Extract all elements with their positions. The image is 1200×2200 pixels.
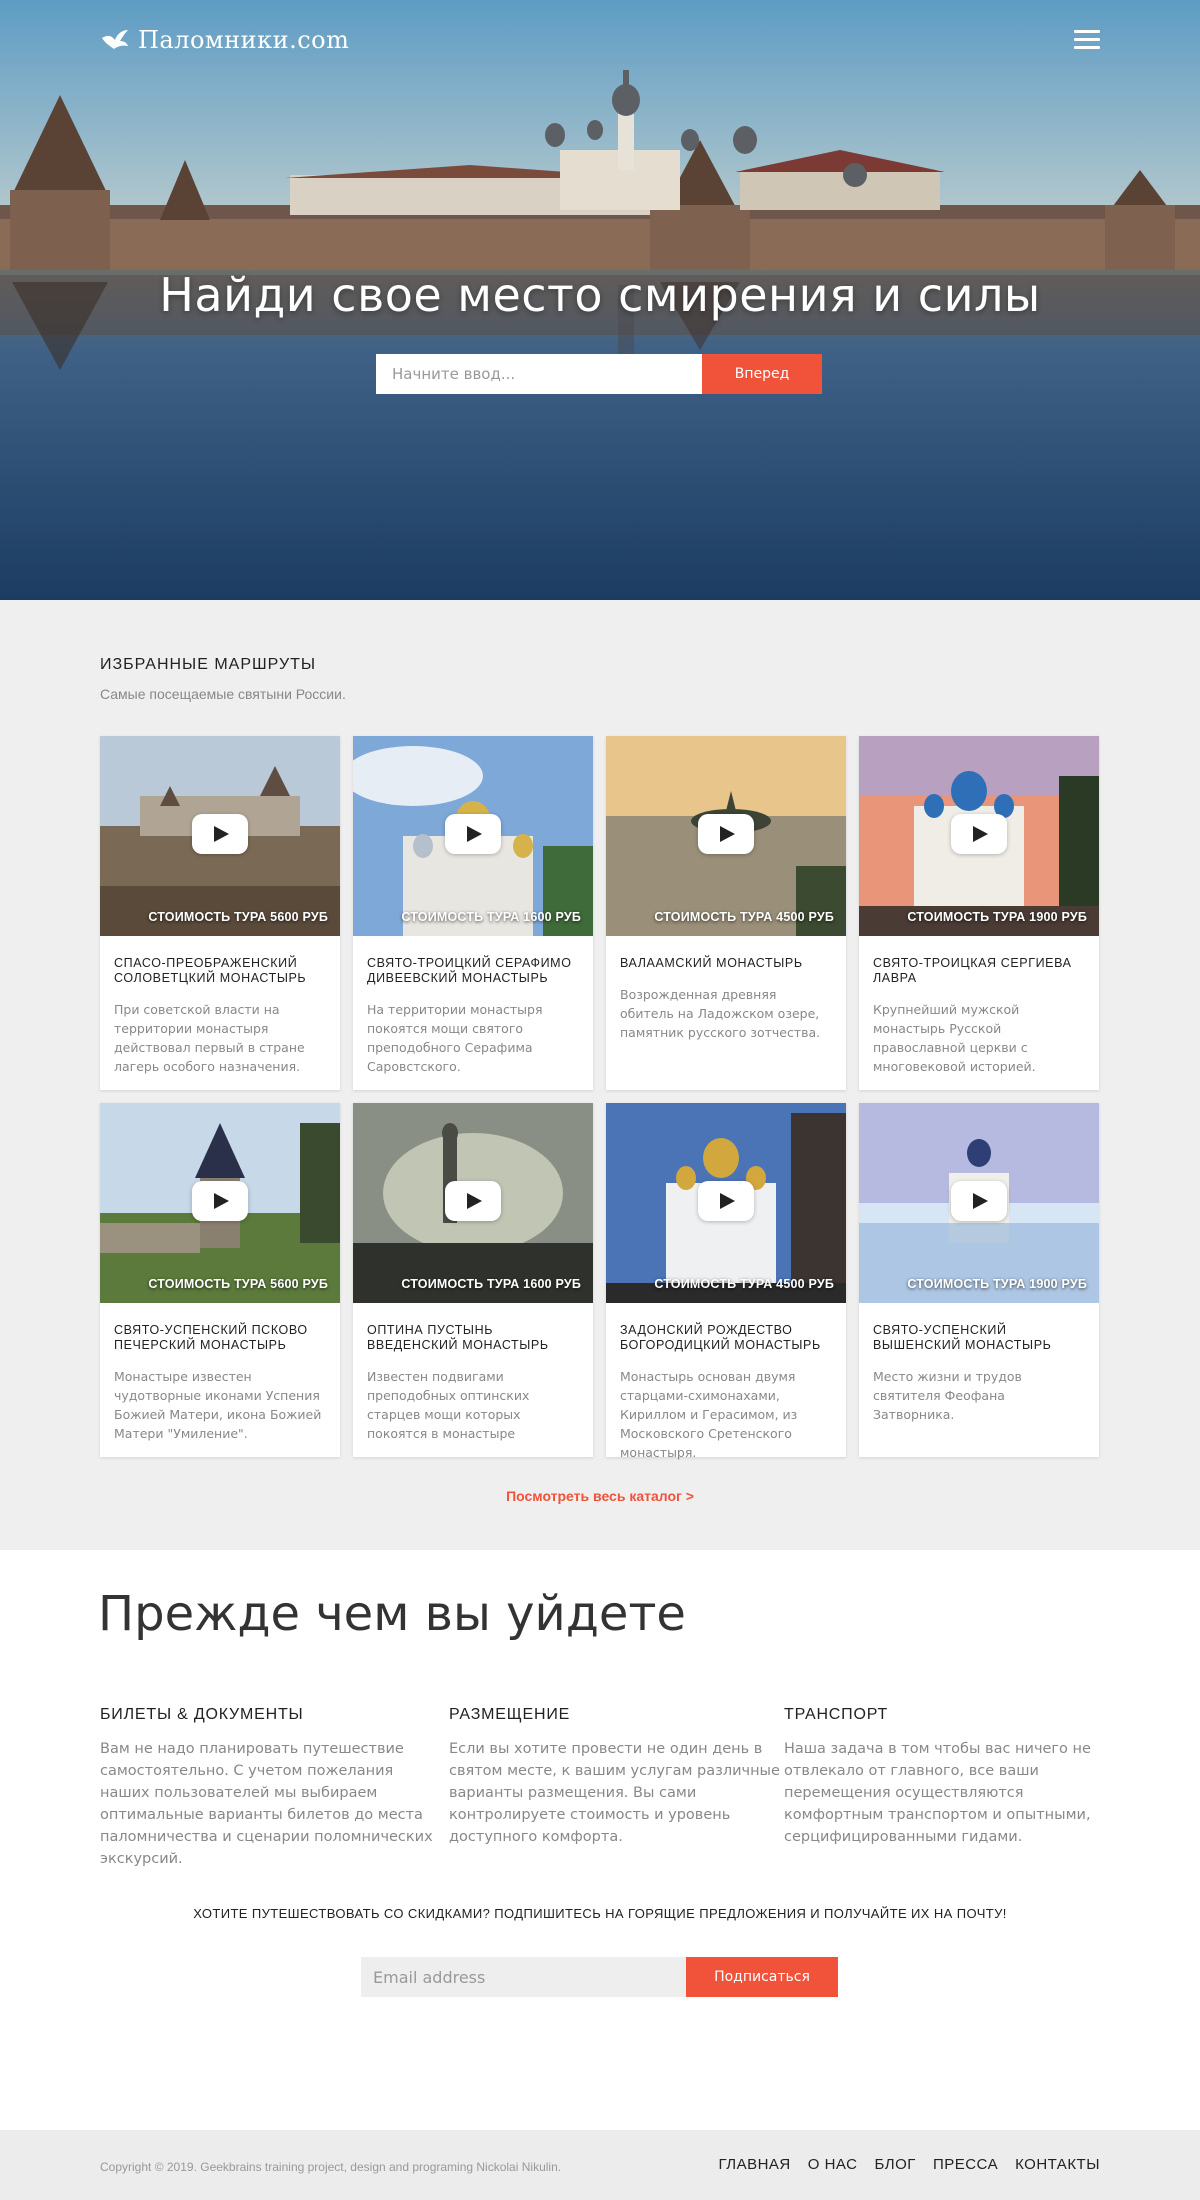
play-icon[interactable] (698, 1181, 754, 1221)
copyright-text: Copyright © 2019. Geekbrains training pr… (100, 2160, 562, 2174)
route-photo: СТОИМОСТЬ ТУРА 1600 РУБ (353, 1103, 593, 1303)
tour-price: СТОИМОСТЬ ТУРА 5600 РУБ (148, 1277, 328, 1291)
footer-nav: ГЛАВНАЯ О НАС БЛОГ ПРЕССА КОНТАКТЫ (718, 2156, 1100, 2173)
route-card[interactable]: СТОИМОСТЬ ТУРА 4500 РУБ ВАЛААМСКИЙ МОНАС… (606, 736, 846, 1090)
footer-link-contacts[interactable]: КОНТАКТЫ (1015, 2156, 1100, 2173)
play-icon[interactable] (698, 814, 754, 854)
route-photo: СТОИМОСТЬ ТУРА 1600 РУБ (353, 736, 593, 936)
route-description: Возрожденная древняя обитель на Ладожско… (620, 987, 821, 1040)
logo-text: Паломники.com (138, 26, 350, 54)
subscribe-form: Подписаться (361, 1957, 838, 1997)
route-photo: СТОИМОСТЬ ТУРА 4500 РУБ (606, 1103, 846, 1303)
route-photo: СТОИМОСТЬ ТУРА 1900 РУБ (859, 736, 1099, 936)
dove-icon (102, 30, 128, 49)
route-card[interactable]: СТОИМОСТЬ ТУРА 1900 РУБ СВЯТО-ТРОИЦКАЯ С… (859, 736, 1099, 1090)
footer-link-blog[interactable]: БЛОГ (874, 2156, 915, 2173)
column-text: Вам не надо планировать путешествие само… (100, 1741, 433, 1867)
hero-banner: Паломники.com Найди свое место смирения … (0, 0, 1200, 600)
email-input[interactable] (361, 1957, 686, 1997)
before-you-go-section: Прежде чем вы уйдете БИЛЕТЫ & ДОКУМЕНТЫ … (0, 1550, 1200, 2130)
play-icon[interactable] (445, 1181, 501, 1221)
section-heading: Прежде чем вы уйдете (98, 1586, 686, 1642)
route-card[interactable]: СТОИМОСТЬ ТУРА 5600 РУБ СВЯТО-УСПЕНСКИЙ … (100, 1103, 340, 1457)
route-card[interactable]: СТОИМОСТЬ ТУРА 1600 РУБ ОПТИНА ПУСТЫНЬ В… (353, 1103, 593, 1457)
tour-price: СТОИМОСТЬ ТУРА 5600 РУБ (148, 910, 328, 924)
info-column: ТРАНСПОРТ Наша задача в том чтобы вас ни… (784, 1706, 1100, 1848)
route-title: СВЯТО-ТРОИЦКИЙ СЕРАФИМО ДИВЕЕВСКИЙ МОНАС… (367, 956, 572, 985)
column-title: БИЛЕТЫ & ДОКУМЕНТЫ (100, 1706, 304, 1723)
view-catalog-link[interactable]: Посмотреть весь каталог > (0, 1488, 1200, 1504)
column-title: РАЗМЕЩЕНИЕ (449, 1706, 571, 1723)
column-text: Наша задача в том чтобы вас ничего не от… (784, 1741, 1091, 1845)
route-title: ОПТИНА ПУСТЫНЬ ВВЕДЕНСКИЙ МОНАСТЫРЬ (367, 1323, 549, 1352)
route-description: Известен подвигами преподобных оптинских… (367, 1369, 530, 1441)
hamburger-menu-icon[interactable] (1074, 30, 1100, 50)
info-column: РАЗМЕЩЕНИЕ Если вы хотите провести не од… (449, 1706, 785, 1848)
tour-price: СТОИМОСТЬ ТУРА 4500 РУБ (654, 1277, 834, 1291)
tour-price: СТОИМОСТЬ ТУРА 4500 РУБ (654, 910, 834, 924)
route-card[interactable]: СТОИМОСТЬ ТУРА 1600 РУБ СВЯТО-ТРОИЦКИЙ С… (353, 736, 593, 1090)
tour-price: СТОИМОСТЬ ТУРА 1600 РУБ (401, 910, 581, 924)
play-icon[interactable] (192, 1181, 248, 1221)
footer-link-home[interactable]: ГЛАВНАЯ (718, 2156, 790, 2173)
route-card[interactable]: СТОИМОСТЬ ТУРА 4500 РУБ ЗАДОНСКИЙ РОЖДЕС… (606, 1103, 846, 1460)
hero-search-button[interactable]: Вперед (702, 354, 822, 394)
site-logo[interactable]: Паломники.com (100, 26, 349, 54)
route-photo: СТОИМОСТЬ ТУРА 4500 РУБ (606, 736, 846, 936)
hero-search-form: Вперед (376, 354, 822, 394)
play-icon[interactable] (951, 814, 1007, 854)
footer: Copyright © 2019. Geekbrains training pr… (0, 2130, 1200, 2200)
subscribe-promo-text: ХОТИТЕ ПУТЕШЕСТВОВАТЬ СО СКИДКАМИ? ПОДПИ… (193, 1906, 1007, 1921)
route-photo: СТОИМОСТЬ ТУРА 5600 РУБ (100, 736, 340, 936)
route-description: На территории монастыря покоятся мощи св… (367, 1002, 543, 1074)
route-photo: СТОИМОСТЬ ТУРА 1900 РУБ (859, 1103, 1099, 1303)
tour-price: СТОИМОСТЬ ТУРА 1900 РУБ (907, 910, 1087, 924)
footer-link-about[interactable]: О НАС (808, 2156, 858, 2173)
column-title: ТРАНСПОРТ (784, 1706, 889, 1723)
route-description: Место жизни и трудов святителя Феофана З… (873, 1369, 1022, 1422)
route-description: Монастырь основан двумя старцами-схимона… (620, 1369, 798, 1460)
route-title: ВАЛААМСКИЙ МОНАСТЫРЬ (620, 956, 803, 970)
section-title: ИЗБРАННЫЕ МАРШРУТЫ (100, 656, 317, 673)
footer-link-press[interactable]: ПРЕССА (933, 2156, 998, 2173)
section-subtitle: Самые посещаемые святыни России. (100, 686, 346, 702)
column-text: Если вы хотите провести не один день в с… (449, 1741, 780, 1845)
play-icon[interactable] (445, 814, 501, 854)
play-icon[interactable] (192, 814, 248, 854)
route-photo: СТОИМОСТЬ ТУРА 5600 РУБ (100, 1103, 340, 1303)
route-card[interactable]: СТОИМОСТЬ ТУРА 1900 РУБ СВЯТО-УСПЕНСКИЙ … (859, 1103, 1099, 1457)
route-title: СВЯТО-УСПЕНСКИЙ ПСКОВО ПЕЧЕРСКИЙ МОНАСТЫ… (114, 1323, 308, 1352)
route-description: При советской власти на территории монас… (114, 1002, 305, 1074)
hero-title: Найди свое место смирения и силы (159, 268, 1041, 322)
route-title: СВЯТО-УСПЕНСКИЙ ВЫШЕНСКИЙ МОНАСТЫРЬ (873, 1323, 1052, 1352)
subscribe-button[interactable]: Подписаться (686, 1957, 838, 1997)
info-column: БИЛЕТЫ & ДОКУМЕНТЫ Вам не надо планирова… (100, 1706, 436, 1870)
route-description: Монастыре известен чудотворные иконами У… (114, 1369, 322, 1441)
tour-price: СТОИМОСТЬ ТУРА 1600 РУБ (401, 1277, 581, 1291)
tour-price: СТОИМОСТЬ ТУРА 1900 РУБ (907, 1277, 1087, 1291)
play-icon[interactable] (951, 1181, 1007, 1221)
route-title: СВЯТО-ТРОИЦКАЯ СЕРГИЕВА ЛАВРА (873, 956, 1072, 985)
hero-search-input[interactable] (376, 354, 702, 394)
route-card[interactable]: СТОИМОСТЬ ТУРА 5600 РУБ СПАСО-ПРЕОБРАЖЕН… (100, 736, 340, 1090)
featured-routes-section: ИЗБРАННЫЕ МАРШРУТЫ Самые посещаемые свят… (0, 600, 1200, 1550)
route-title: СПАСО-ПРЕОБРАЖЕНСКИЙ СОЛОВЕТЦКИЙ МОНАСТЫ… (114, 956, 307, 985)
route-description: Крупнейший мужской монастырь Русской пра… (873, 1002, 1036, 1074)
route-title: ЗАДОНСКИЙ РОЖДЕСТВО БОГОРОДИЦКИЙ МОНАСТЫ… (620, 1323, 821, 1352)
